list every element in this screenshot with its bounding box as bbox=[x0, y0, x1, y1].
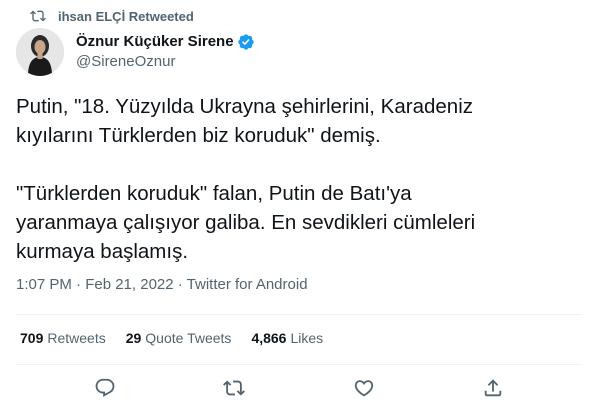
retweet-icon bbox=[30, 10, 46, 22]
retweets-count: 709 bbox=[20, 330, 44, 346]
divider bbox=[16, 314, 582, 315]
share-button[interactable] bbox=[481, 376, 505, 400]
like-button[interactable] bbox=[352, 376, 376, 400]
avatar[interactable] bbox=[16, 28, 64, 76]
heart-icon bbox=[354, 380, 373, 397]
reply-button[interactable] bbox=[93, 376, 117, 400]
likes-count: 4,866 bbox=[251, 330, 287, 346]
engagement-stats: 709 Retweets 29 Quote Tweets 4,866 Likes bbox=[20, 330, 323, 346]
author-handle[interactable]: @SireneOznur bbox=[76, 52, 255, 72]
retweet-icon bbox=[223, 380, 246, 396]
retweets-stat[interactable]: 709 Retweets bbox=[20, 330, 106, 346]
tweet-text: Putin, "18. Yüzyılda Ukrayna şehirlerini… bbox=[16, 95, 476, 263]
tweet-author[interactable]: Öznur Küçüker Sirene @SireneOznur bbox=[16, 28, 255, 76]
quote-tweets-stat[interactable]: 29 Quote Tweets bbox=[126, 330, 232, 346]
author-display-name[interactable]: Öznur Küçüker Sirene bbox=[76, 32, 234, 52]
retweet-button[interactable] bbox=[222, 376, 246, 400]
tweet-actions bbox=[0, 376, 598, 400]
retweets-label: Retweets bbox=[47, 330, 106, 346]
reply-icon bbox=[95, 378, 115, 397]
likes-stat[interactable]: 4,866 Likes bbox=[251, 330, 323, 346]
verified-badge-icon bbox=[237, 34, 254, 50]
quote-tweets-count: 29 bbox=[125, 330, 142, 346]
divider bbox=[16, 364, 582, 365]
retweet-context[interactable]: ihsan ELÇİ Retweeted bbox=[16, 6, 194, 26]
share-icon bbox=[485, 379, 502, 397]
tweet-timestamp[interactable]: 1:07 PM · Feb 21, 2022 · Twitter for And… bbox=[16, 276, 308, 293]
quote-tweets-label: Quote Tweets bbox=[145, 330, 232, 346]
retweeted-by-label: ihsan ELÇİ Retweeted bbox=[58, 8, 194, 24]
likes-label: Likes bbox=[290, 330, 324, 346]
